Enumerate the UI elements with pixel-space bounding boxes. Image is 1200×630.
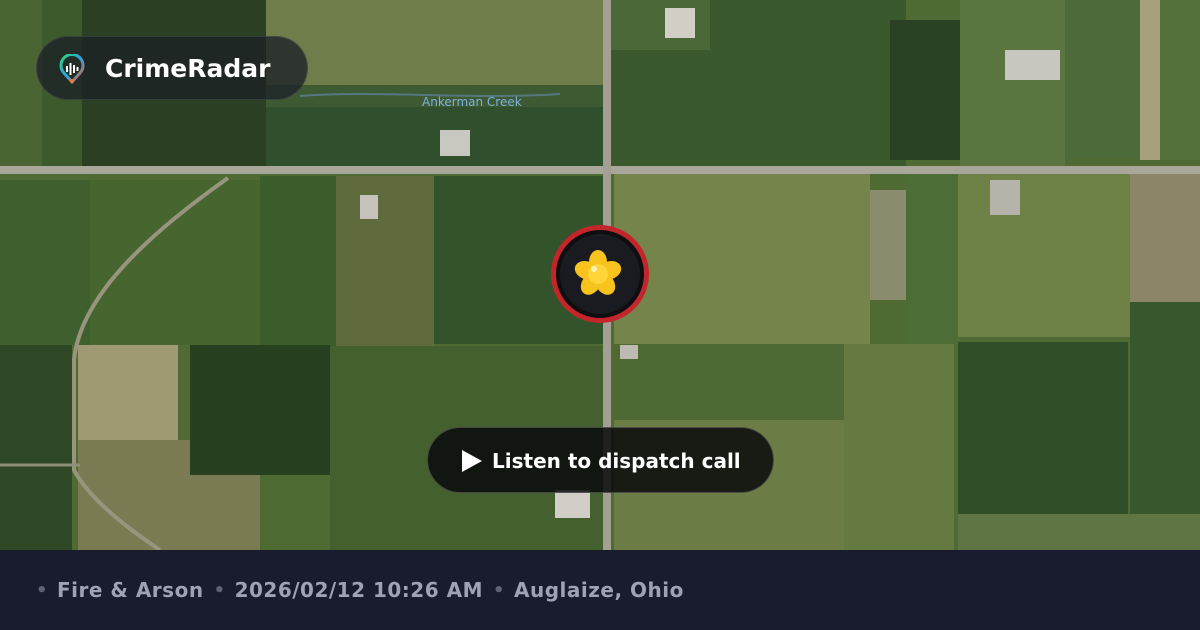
incident-marker[interactable] bbox=[548, 222, 652, 326]
incident-meta-bar: • Fire & Arson • 2026/02/12 10:26 AM • A… bbox=[0, 550, 1200, 630]
incident-category: Fire & Arson bbox=[57, 578, 204, 602]
listen-dispatch-button[interactable]: Listen to dispatch call bbox=[427, 427, 774, 493]
separator-dot: • bbox=[492, 579, 505, 601]
brand-pill[interactable]: CrimeRadar bbox=[36, 36, 308, 100]
incident-location: Auglaize, Ohio bbox=[514, 578, 684, 602]
creek-label: Ankerman Creek bbox=[422, 95, 522, 109]
listen-dispatch-label: Listen to dispatch call bbox=[492, 449, 741, 473]
brand-name: CrimeRadar bbox=[105, 54, 271, 83]
separator-dot: • bbox=[36, 579, 49, 601]
play-icon bbox=[462, 450, 482, 472]
radar-pin-icon bbox=[59, 54, 85, 84]
incident-datetime: 2026/02/12 10:26 AM bbox=[234, 578, 483, 602]
separator-dot: • bbox=[213, 579, 226, 601]
